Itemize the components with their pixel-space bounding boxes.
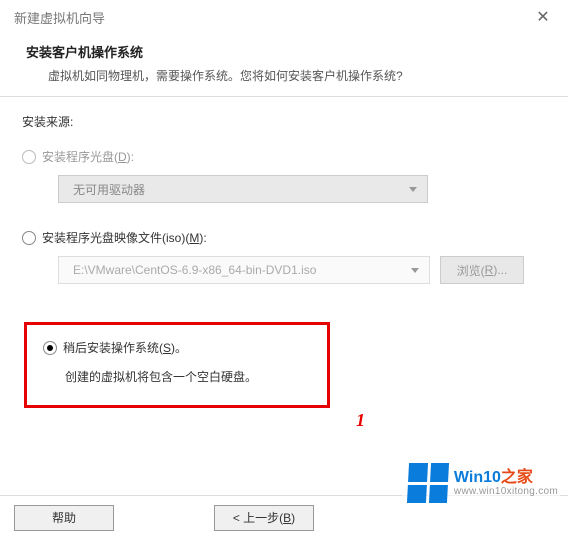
wizard-header: 安装客户机操作系统 虚拟机如同物理机，需要操作系统。您将如何安装客户机操作系统? bbox=[0, 34, 568, 96]
back-button[interactable]: < 上一步(B) bbox=[214, 505, 314, 531]
watermark-brand: Win10之家 bbox=[454, 469, 558, 487]
content-area: 安装来源: 安装程序光盘(D): 无可用驱动器 安装程序光盘映像文件(iso)(… bbox=[0, 97, 568, 418]
option-install-later[interactable]: 稍后安装操作系统(S)。 bbox=[43, 339, 311, 356]
disc-drive-dropdown[interactable]: 无可用驱动器 bbox=[58, 175, 428, 203]
disc-drive-value: 无可用驱动器 bbox=[73, 181, 145, 198]
radio-icon[interactable] bbox=[22, 231, 36, 245]
highlight-box: 稍后安装操作系统(S)。 创建的虚拟机将包含一个空白硬盘。 bbox=[24, 322, 330, 408]
option-later-desc: 创建的虚拟机将包含一个空白硬盘。 bbox=[65, 368, 311, 385]
watermark-url: www.win10xitong.com bbox=[454, 486, 558, 497]
browse-button[interactable]: 浏览(R)... bbox=[440, 256, 524, 284]
watermark: Win10之家 www.win10xitong.com bbox=[402, 459, 560, 503]
option-disc-label: 安装程序光盘(D): bbox=[42, 148, 134, 165]
radio-icon[interactable] bbox=[22, 150, 36, 164]
page-subtitle: 虚拟机如同物理机，需要操作系统。您将如何安装客户机操作系统? bbox=[48, 67, 542, 84]
install-source-label: 安装来源: bbox=[22, 113, 548, 130]
option-later-label: 稍后安装操作系统(S)。 bbox=[63, 339, 187, 356]
close-icon[interactable]: ✕ bbox=[528, 7, 558, 27]
chevron-down-icon bbox=[411, 268, 419, 273]
option-disc[interactable]: 安装程序光盘(D): bbox=[22, 148, 548, 165]
windows-logo-icon bbox=[407, 463, 449, 503]
window-title: 新建虚拟机向导 bbox=[14, 8, 105, 27]
chevron-down-icon bbox=[409, 187, 417, 192]
option-iso[interactable]: 安装程序光盘映像文件(iso)(M): bbox=[22, 229, 548, 246]
option-iso-label: 安装程序光盘映像文件(iso)(M): bbox=[42, 229, 207, 246]
iso-path-dropdown[interactable]: E:\VMware\CentOS-6.9-x86_64-bin-DVD1.iso bbox=[58, 256, 430, 284]
iso-path-value: E:\VMware\CentOS-6.9-x86_64-bin-DVD1.iso bbox=[73, 263, 316, 277]
help-button[interactable]: 帮助 bbox=[14, 505, 114, 531]
annotation-step-1: 1 bbox=[356, 410, 365, 431]
titlebar: 新建虚拟机向导 ✕ bbox=[0, 0, 568, 34]
radio-icon[interactable] bbox=[43, 341, 57, 355]
page-title: 安装客户机操作系统 bbox=[26, 42, 542, 61]
